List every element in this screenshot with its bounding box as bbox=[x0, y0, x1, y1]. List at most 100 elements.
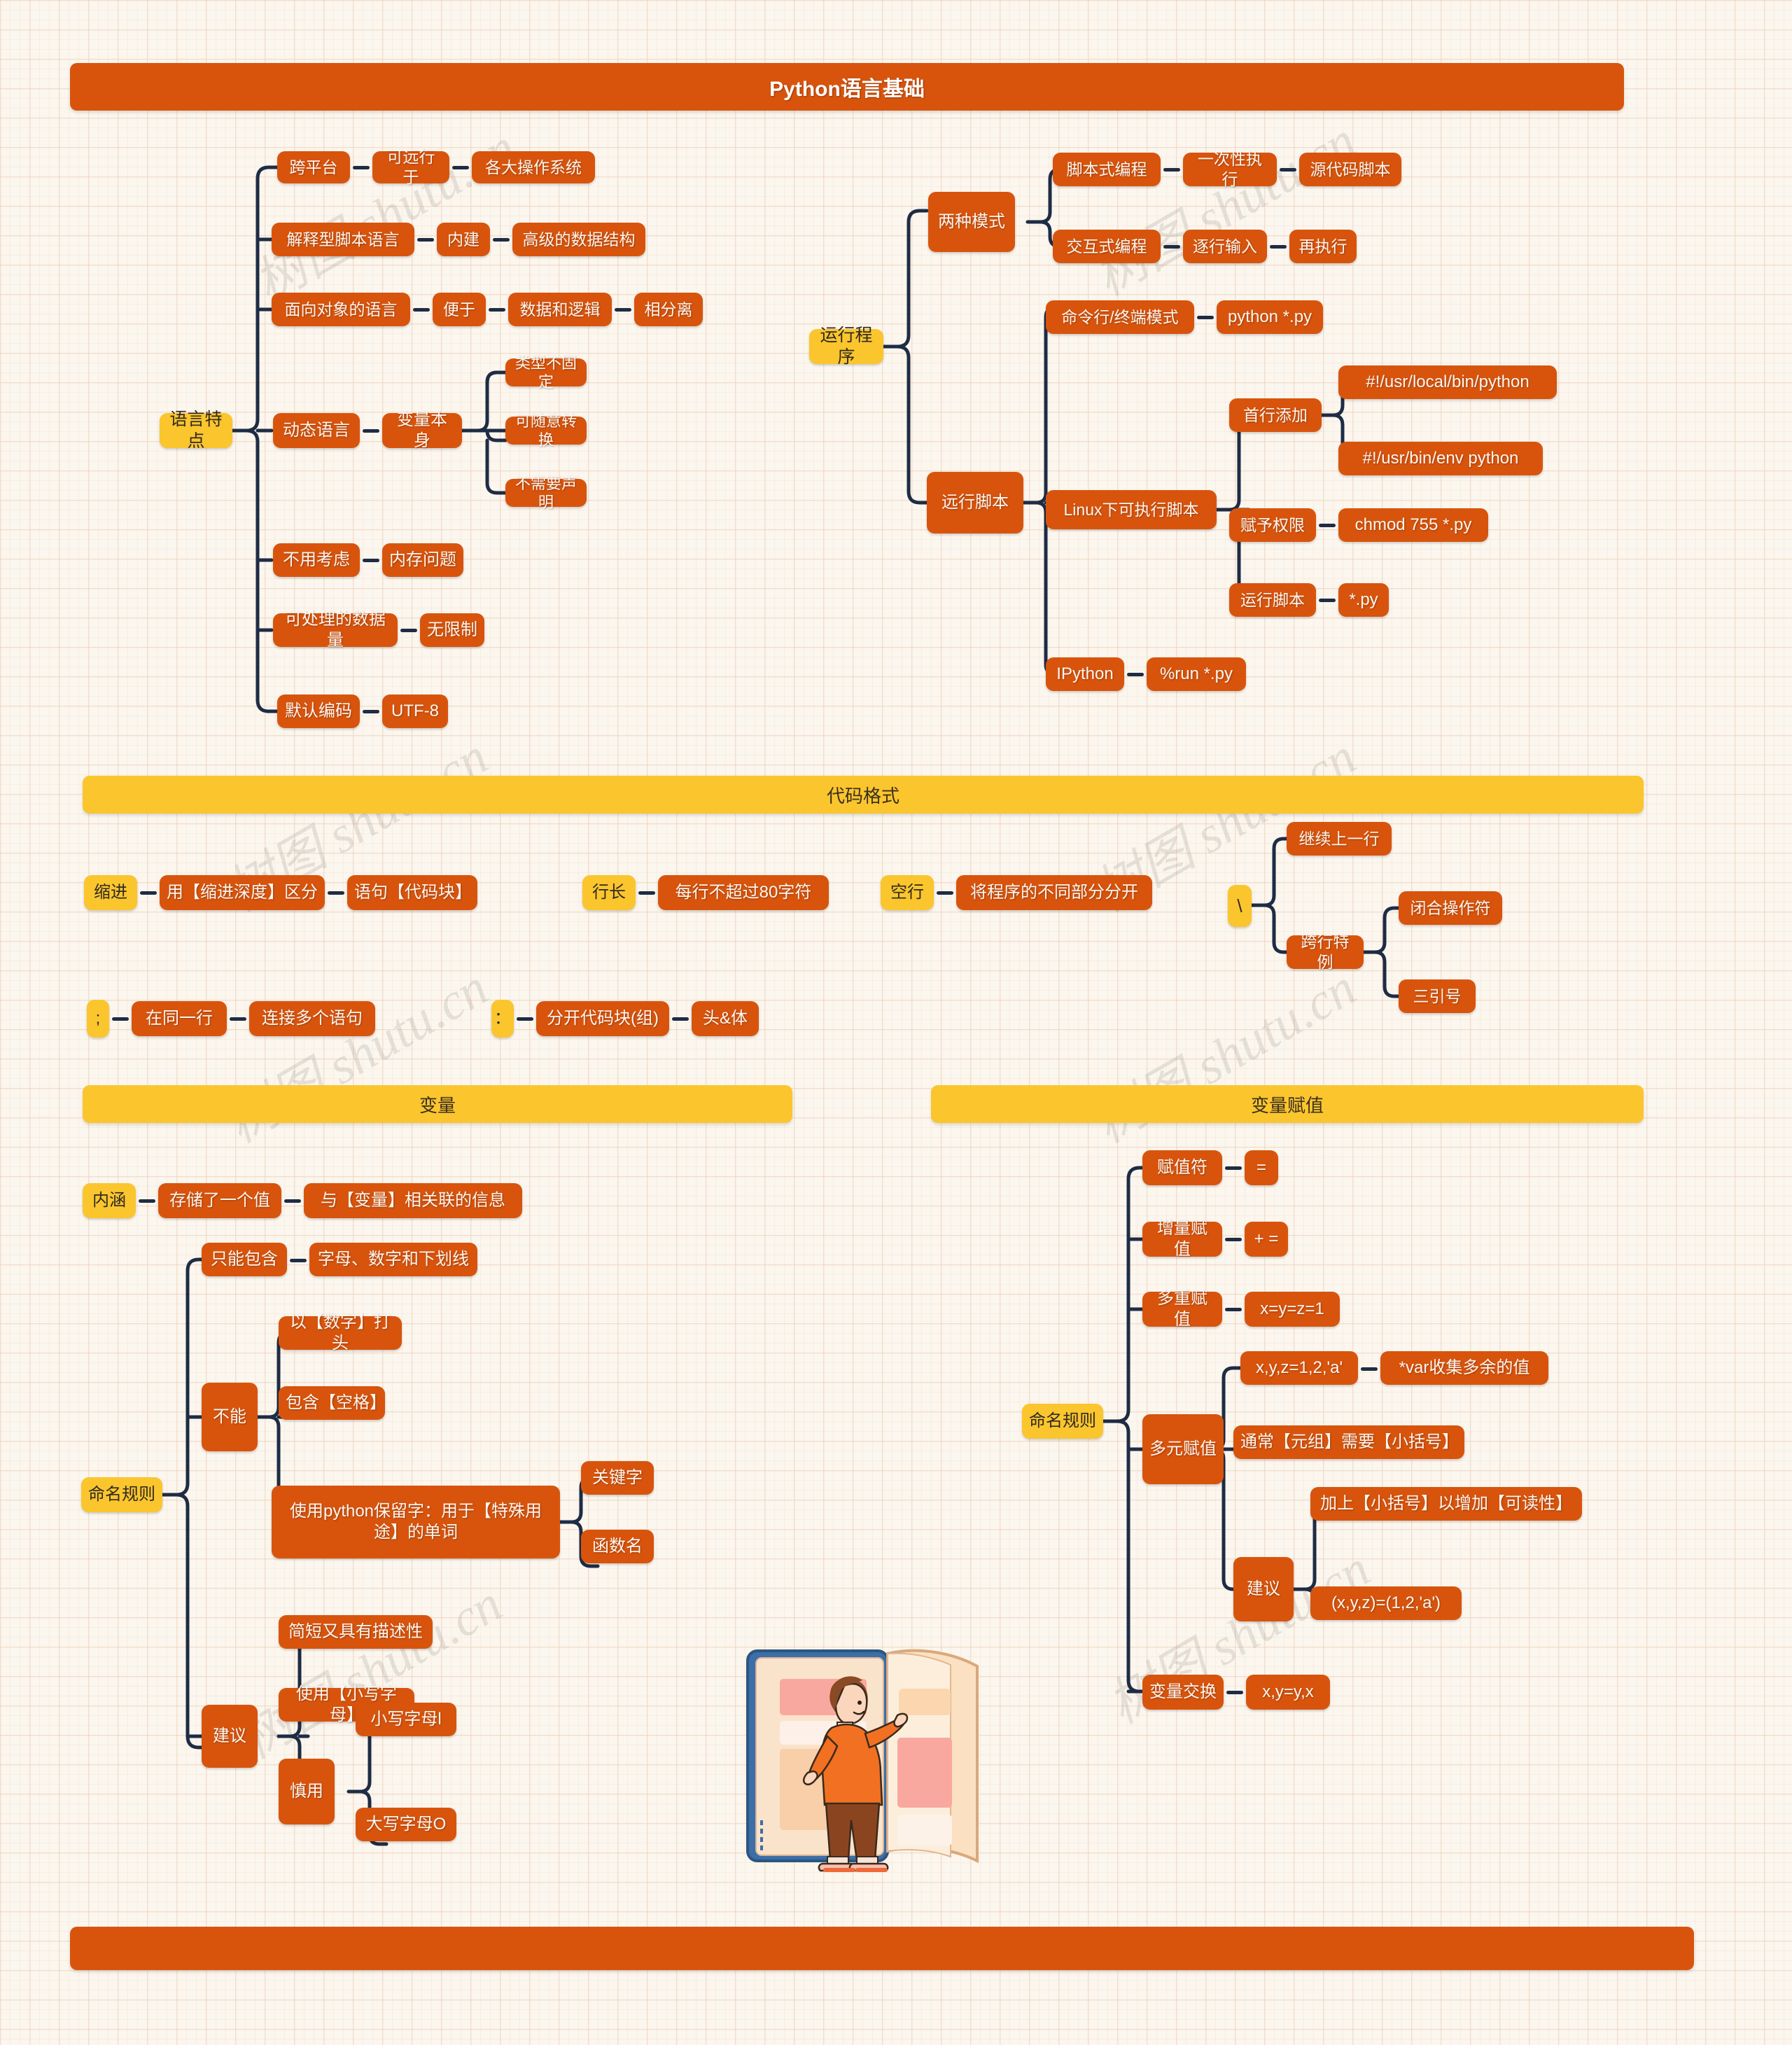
node-oop[interactable]: 面向对象的语言 bbox=[272, 293, 410, 326]
node-cannot-digit[interactable]: 以【数字】打头 bbox=[279, 1313, 402, 1353]
node-encoding[interactable]: 默认编码 bbox=[277, 695, 360, 728]
node-memory-1[interactable]: 内存问题 bbox=[382, 543, 463, 577]
node-variable-naming-root[interactable]: 命名规则 bbox=[81, 1477, 162, 1512]
node-indent[interactable]: 缩进 bbox=[84, 875, 137, 910]
node-keyword[interactable]: 关键字 bbox=[581, 1461, 654, 1495]
node-multivar-c2[interactable]: (x,y,z)=(1,2,'a') bbox=[1310, 1586, 1462, 1620]
node-triple-quote[interactable]: 三引号 bbox=[1399, 979, 1476, 1013]
node-multi-assign-1[interactable]: x=y=z=1 bbox=[1245, 1292, 1340, 1327]
node-suggest-careful[interactable]: 慎用 bbox=[279, 1759, 335, 1824]
node-backslash[interactable]: \ bbox=[1228, 885, 1252, 927]
node-cross-platform-1[interactable]: 可远行于 bbox=[372, 148, 449, 186]
node-semicolon-1[interactable]: 在同一行 bbox=[132, 1001, 227, 1036]
node-run-sh-1[interactable]: *.py bbox=[1338, 583, 1389, 617]
node-shebang-env[interactable]: #!/usr/bin/env python bbox=[1338, 442, 1543, 475]
node-multivar-suggest[interactable]: 建议 bbox=[1233, 1557, 1294, 1621]
node-oop-1[interactable]: 便于 bbox=[433, 293, 486, 326]
node-two-modes[interactable]: 两种模式 bbox=[928, 192, 1015, 252]
node-dynamic[interactable]: 动态语言 bbox=[273, 413, 360, 448]
node-indent-2[interactable]: 语句【代码块】 bbox=[347, 875, 477, 910]
node-dynamic-convert[interactable]: 可随意转换 bbox=[505, 412, 587, 449]
node-swap[interactable]: 变量交换 bbox=[1142, 1675, 1224, 1710]
node-aug-assign[interactable]: 增量赋值 bbox=[1142, 1219, 1222, 1259]
node-interpreted-1[interactable]: 内建 bbox=[437, 223, 490, 256]
node-meaning-2[interactable]: 与【变量】相关联的信息 bbox=[304, 1183, 522, 1218]
node-colon[interactable]: ： bbox=[491, 1000, 514, 1038]
node-interactive-mode-2[interactable]: 再执行 bbox=[1289, 230, 1357, 263]
node-script-mode-1[interactable]: 一次性执行 bbox=[1183, 150, 1277, 188]
node-colon-1[interactable]: 分开代码块(组) bbox=[536, 1001, 669, 1036]
node-language-features-root[interactable]: 语言特点 bbox=[160, 410, 232, 451]
node-only-contain-1[interactable]: 字母、数字和下划线 bbox=[309, 1243, 477, 1276]
node-cross-line-case[interactable]: 跨行特例 bbox=[1287, 933, 1364, 971]
node-close-operator[interactable]: 闭合操作符 bbox=[1399, 891, 1502, 925]
node-colon-2[interactable]: 头&体 bbox=[692, 1001, 759, 1036]
node-cannot-keyword[interactable]: 使用python保留字：用于【特殊用途】的单词 bbox=[272, 1486, 560, 1558]
node-dynamic-declare[interactable]: 不需要声明 bbox=[505, 475, 587, 511]
node-multi-assign[interactable]: 多重赋值 bbox=[1142, 1289, 1222, 1329]
node-multivar-a1[interactable]: *var收集多余的值 bbox=[1380, 1351, 1548, 1385]
node-interpreted[interactable]: 解释型脚本语言 bbox=[272, 223, 414, 256]
node-script-mode[interactable]: 脚本式编程 bbox=[1053, 153, 1161, 186]
node-shebang-local[interactable]: #!/usr/local/bin/python bbox=[1338, 365, 1557, 399]
node-blank-line[interactable]: 空行 bbox=[881, 875, 934, 910]
node-semicolon-2[interactable]: 连接多个语句 bbox=[249, 1001, 375, 1036]
node-uppercase-o[interactable]: 大写字母O bbox=[356, 1808, 456, 1841]
node-oop-3[interactable]: 相分离 bbox=[634, 293, 703, 326]
node-dynamic-type[interactable]: 类型不固定 bbox=[505, 354, 587, 391]
node-run-sh[interactable]: 运行脚本 bbox=[1229, 583, 1316, 617]
page-title: Python语言基础 bbox=[70, 63, 1624, 111]
bottom-bar bbox=[70, 1927, 1694, 1970]
node-run-script[interactable]: 远行脚本 bbox=[927, 472, 1023, 533]
node-backslash-continue[interactable]: 继续上一行 bbox=[1287, 822, 1392, 856]
node-memory[interactable]: 不用考虑 bbox=[273, 543, 360, 577]
node-dynamic-1[interactable]: 变量本身 bbox=[382, 410, 462, 450]
node-first-line[interactable]: 首行添加 bbox=[1229, 398, 1322, 432]
node-permission[interactable]: 赋予权限 bbox=[1229, 508, 1316, 542]
section-header-code-format: 代码格式 bbox=[83, 776, 1644, 814]
node-oop-2[interactable]: 数据和逻辑 bbox=[508, 293, 612, 326]
node-cross-platform[interactable]: 跨平台 bbox=[277, 151, 350, 183]
node-ipython-1[interactable]: %run *.py bbox=[1147, 657, 1246, 691]
node-multivar[interactable]: 多元赋值 bbox=[1142, 1414, 1224, 1484]
node-run-program-root[interactable]: 运行程序 bbox=[809, 326, 883, 367]
node-assign-op[interactable]: 赋值符 bbox=[1142, 1150, 1222, 1185]
node-script-mode-2[interactable]: 源代码脚本 bbox=[1299, 153, 1401, 186]
node-datasize[interactable]: 可处理的数据量 bbox=[273, 610, 398, 650]
node-assign-op-1[interactable]: = bbox=[1245, 1150, 1278, 1185]
node-suggest-descriptive[interactable]: 简短又具有描述性 bbox=[279, 1615, 433, 1649]
node-multivar-a[interactable]: x,y,z=1,2,'a' bbox=[1240, 1351, 1358, 1385]
node-line-length-1[interactable]: 每行不超过80字符 bbox=[658, 875, 829, 910]
node-cross-platform-2[interactable]: 各大操作系统 bbox=[472, 151, 595, 183]
node-interactive-mode[interactable]: 交互式编程 bbox=[1053, 230, 1161, 263]
node-indent-1[interactable]: 用【缩进深度】区分 bbox=[160, 875, 325, 910]
node-multivar-c1[interactable]: 加上【小括号】以增加【可读性】 bbox=[1310, 1487, 1582, 1521]
node-cli-mode-1[interactable]: python *.py bbox=[1217, 300, 1323, 334]
node-encoding-1[interactable]: UTF-8 bbox=[382, 695, 448, 728]
node-meaning[interactable]: 内涵 bbox=[83, 1183, 136, 1218]
node-interactive-mode-1[interactable]: 逐行输入 bbox=[1183, 230, 1267, 263]
node-cli-mode[interactable]: 命令行/终端模式 bbox=[1046, 300, 1194, 334]
node-blank-line-1[interactable]: 将程序的不同部分分开 bbox=[956, 875, 1152, 910]
node-swap-1[interactable]: x,y=y,x bbox=[1246, 1675, 1330, 1710]
boy-opening-book-illustration bbox=[746, 1649, 979, 1872]
node-ipython[interactable]: IPython bbox=[1046, 657, 1124, 691]
node-multivar-b[interactable]: 通常【元组】需要【小括号】 bbox=[1233, 1425, 1464, 1459]
node-permission-1[interactable]: chmod 755 *.py bbox=[1338, 508, 1488, 542]
node-linux-script[interactable]: Linux下可执行脚本 bbox=[1046, 490, 1217, 529]
node-semicolon[interactable]: ; bbox=[87, 1000, 109, 1038]
section-header-variable: 变量 bbox=[83, 1085, 792, 1123]
node-lowercase-l[interactable]: 小写字母l bbox=[356, 1703, 456, 1736]
node-only-contain[interactable]: 只能包含 bbox=[202, 1243, 287, 1276]
node-line-length[interactable]: 行长 bbox=[582, 875, 636, 910]
node-cannot[interactable]: 不能 bbox=[202, 1383, 258, 1451]
node-interpreted-2[interactable]: 高级的数据结构 bbox=[512, 223, 645, 256]
section-header-assignment: 变量赋值 bbox=[931, 1085, 1644, 1123]
node-function-name[interactable]: 函数名 bbox=[581, 1530, 654, 1563]
node-assignment-naming-root[interactable]: 命名规则 bbox=[1022, 1404, 1103, 1439]
node-cannot-space[interactable]: 包含【空格】 bbox=[279, 1386, 386, 1420]
node-datasize-1[interactable]: 无限制 bbox=[420, 613, 484, 647]
node-meaning-1[interactable]: 存储了一个值 bbox=[158, 1183, 281, 1218]
node-aug-assign-1[interactable]: + = bbox=[1245, 1222, 1288, 1257]
node-variable-suggest[interactable]: 建议 bbox=[202, 1705, 258, 1768]
